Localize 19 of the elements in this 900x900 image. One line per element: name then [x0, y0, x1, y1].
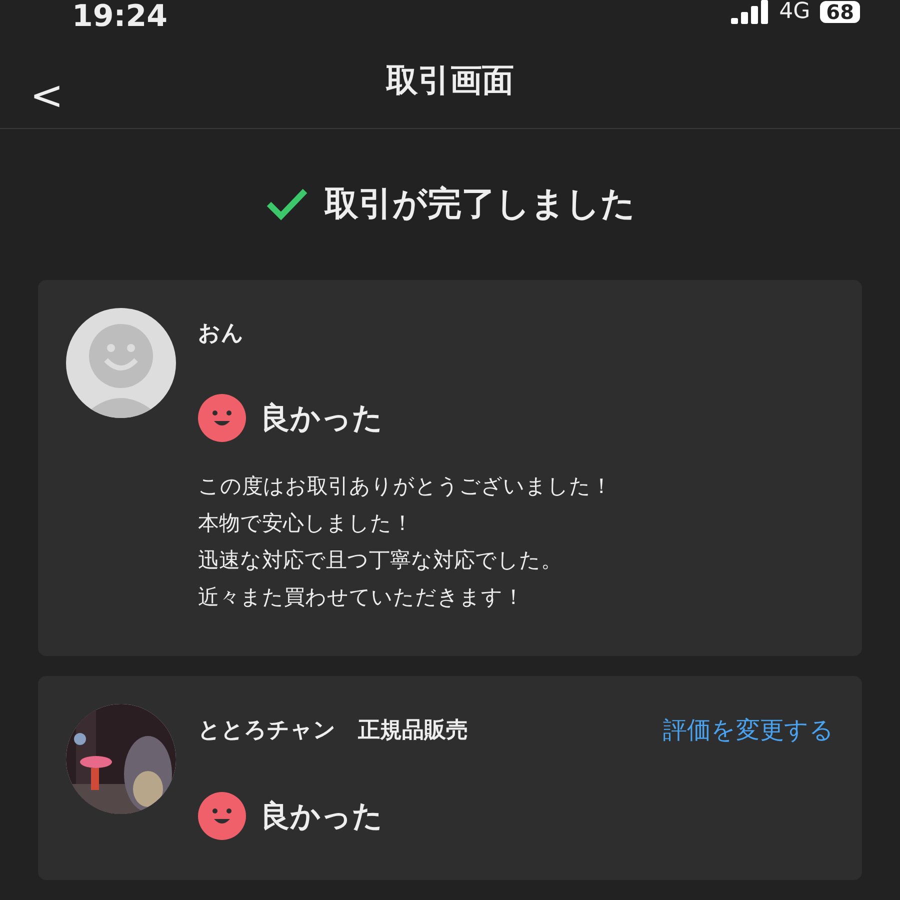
- rating-label: 良かった: [260, 798, 383, 836]
- review-text: この度はお取引ありがとうございました！: [198, 473, 613, 500]
- rating-label: 良かった: [260, 400, 383, 438]
- screen-title: 取引画面: [386, 60, 514, 101]
- smiley-face-icon: [198, 394, 246, 442]
- review-text: 迅速な対応で且つ丁寧な対応でした。: [198, 547, 563, 574]
- review-text: 本物で安心しました！: [198, 510, 414, 537]
- battery-level: 68: [820, 1, 860, 23]
- network-label: 4G: [779, 0, 810, 24]
- signal-icon: [731, 0, 770, 24]
- status-time: 19:24: [72, 0, 168, 34]
- completion-message: 取引が完了しました: [324, 183, 636, 226]
- reviewer-name: ととろチャン 正規品販売: [198, 717, 468, 745]
- change-rating-link[interactable]: 評価を変更する: [663, 714, 834, 746]
- review-text: 近々また買わせていただきます！: [198, 584, 525, 611]
- reviewer-name: おん: [198, 320, 244, 348]
- back-button[interactable]: <: [30, 74, 64, 118]
- check-icon: [264, 187, 308, 222]
- smiley-face-icon: [198, 792, 246, 840]
